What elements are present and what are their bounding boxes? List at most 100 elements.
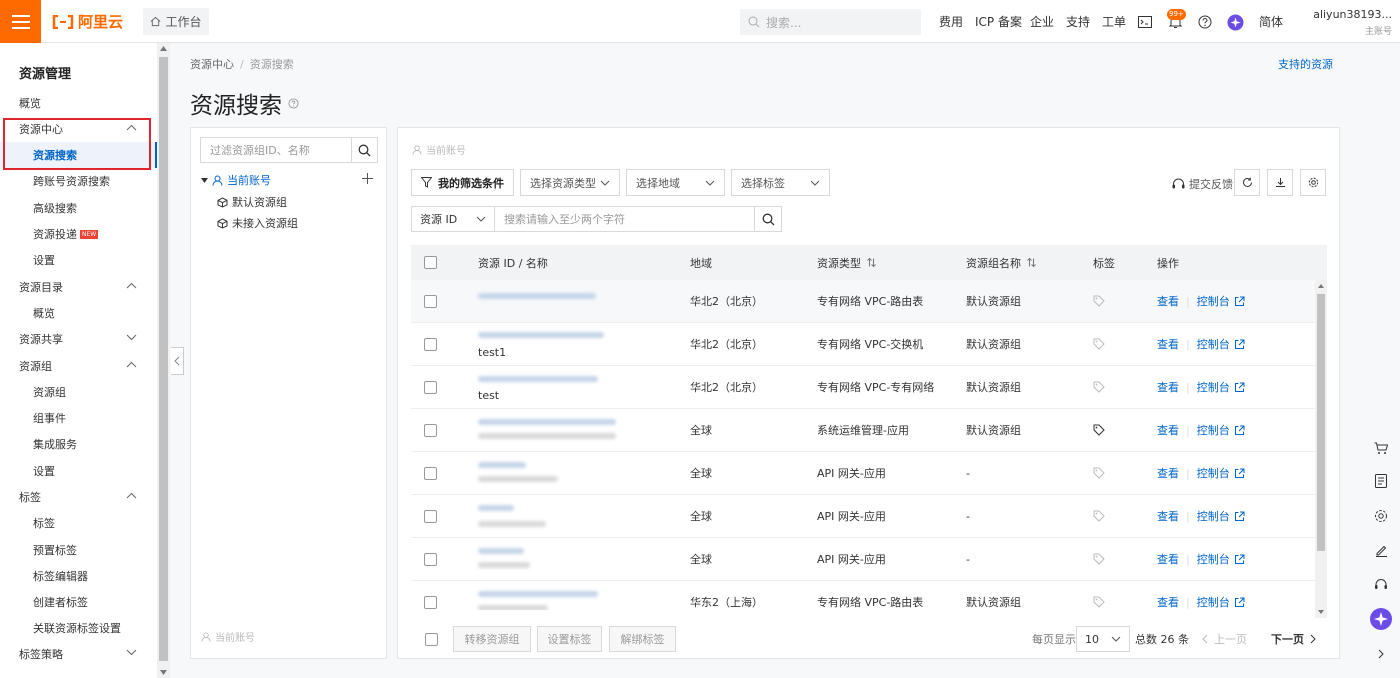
nav-enterprise[interactable]: 企业 — [1030, 0, 1054, 43]
external-link-icon[interactable] — [1234, 425, 1245, 436]
column-resource-group[interactable]: 资源组名称 — [966, 245, 1036, 280]
tag-icon[interactable] — [1093, 452, 1105, 494]
console-link[interactable]: 控制台 — [1197, 422, 1230, 438]
sidebar-item-preset-tags[interactable]: 预置标签 — [0, 537, 157, 563]
row-checkbox[interactable] — [424, 366, 437, 408]
tag-icon[interactable] — [1093, 581, 1105, 610]
view-link[interactable]: 查看 — [1157, 551, 1179, 567]
nav-ticket[interactable]: 工单 — [1102, 0, 1126, 43]
language-switch[interactable]: 简体 — [1259, 0, 1283, 43]
user-account[interactable]: aliyun38193... 主账号 — [1313, 8, 1392, 37]
console-link[interactable]: 控制台 — [1197, 508, 1230, 524]
tag-select[interactable]: 选择标签 — [731, 169, 830, 196]
external-link-icon[interactable] — [1234, 511, 1245, 522]
console-link[interactable]: 控制台 — [1197, 293, 1230, 309]
supported-resources-link[interactable]: 支持的资源 — [1278, 56, 1333, 72]
row-checkbox[interactable] — [424, 409, 437, 451]
sidebar-item-creator-tags[interactable]: 创建者标签 — [0, 589, 157, 615]
view-link[interactable]: 查看 — [1157, 293, 1179, 309]
sidebar-scrollbar-thumb[interactable] — [159, 57, 168, 661]
sidebar-item-settings[interactable]: 设置 — [0, 247, 157, 273]
set-tags-button[interactable]: 设置标签 — [537, 626, 602, 652]
sidebar-item-tags[interactable]: 标签 — [0, 510, 157, 536]
row-checkbox[interactable] — [424, 495, 437, 537]
console-link[interactable]: 控制台 — [1197, 551, 1230, 567]
scroll-down-arrow-icon[interactable] — [160, 670, 167, 675]
resource-group-search-button[interactable] — [351, 138, 377, 162]
sidebar-item-tag-association-settings[interactable]: 关联资源标签设置 — [0, 615, 157, 641]
add-icon[interactable] — [362, 173, 373, 184]
view-link[interactable]: 查看 — [1157, 508, 1179, 524]
table-row[interactable]: 全球 API 网关-应用 - 查看 | 控制台 — [411, 538, 1315, 581]
row-checkbox[interactable] — [424, 323, 437, 365]
sidebar-item-overview[interactable]: 概览 — [0, 90, 157, 116]
sidebar-scrollbar[interactable] — [157, 43, 170, 678]
sidebar-item-cross-account-search[interactable]: 跨账号资源搜索 — [0, 168, 157, 194]
sidebar-item-directory-overview[interactable]: 概览 — [0, 300, 157, 326]
sidebar-item-tag-editor[interactable]: 标签编辑器 — [0, 563, 157, 589]
next-page-button[interactable]: 下一页 — [1271, 626, 1316, 652]
help-icon[interactable] — [1196, 13, 1214, 31]
tag-icon[interactable] — [1093, 538, 1105, 580]
menu-icon[interactable] — [0, 0, 41, 43]
breadcrumb-root[interactable]: 资源中心 — [190, 58, 234, 71]
table-scrollbar[interactable] — [1315, 280, 1327, 618]
view-link[interactable]: 查看 — [1157, 379, 1179, 395]
settings-button[interactable] — [1300, 169, 1326, 196]
sidebar-item-advanced-search[interactable]: 高级搜索 — [0, 195, 157, 221]
nav-icp[interactable]: ICP 备案 — [975, 0, 1022, 43]
external-link-icon[interactable] — [1234, 554, 1245, 565]
table-row[interactable]: 华东2（上海） 专有网络 VPC-路由表 默认资源组 查看 | 控制台 — [411, 581, 1315, 610]
row-checkbox[interactable] — [424, 538, 437, 580]
global-search-input[interactable]: 搜索... — [740, 9, 921, 35]
cart-icon[interactable] — [1373, 440, 1389, 456]
document-icon[interactable] — [1373, 473, 1389, 489]
view-link[interactable]: 查看 — [1157, 465, 1179, 481]
tree-item-unassigned-group[interactable]: 未接入资源组 — [217, 215, 298, 231]
sidebar-group-tag-policy[interactable]: 标签策略 — [0, 641, 157, 667]
help-icon[interactable] — [288, 97, 299, 109]
ai-assistant-icon[interactable] — [1226, 13, 1244, 31]
per-page-select[interactable]: 10 — [1076, 626, 1130, 652]
tree-item-default-group[interactable]: 默认资源组 — [217, 194, 287, 210]
console-link[interactable]: 控制台 — [1197, 594, 1230, 610]
table-row[interactable]: test1 华北2（北京） 专有网络 VPC-交换机 默认资源组 查看 | 控制台 — [411, 323, 1315, 366]
table-row[interactable]: 全球 API 网关-应用 - 查看 | 控制台 — [411, 452, 1315, 495]
tag-icon[interactable] — [1093, 366, 1105, 408]
sidebar-item-resource-delivery[interactable]: 资源投递 NEW — [0, 221, 157, 247]
tag-icon[interactable] — [1093, 409, 1105, 451]
table-row[interactable]: test 华北2（北京） 专有网络 VPC-专有网络 默认资源组 查看 | 控制台 — [411, 366, 1315, 409]
workbench-button[interactable]: 工作台 — [143, 8, 209, 35]
transfer-group-button[interactable]: 转移资源组 — [453, 626, 531, 652]
table-row[interactable]: 全球 API 网关-应用 - 查看 | 控制台 — [411, 495, 1315, 538]
sidebar-group-resource-sharing[interactable]: 资源共享 — [0, 326, 157, 352]
tag-icon[interactable] — [1093, 323, 1105, 365]
tree-root-current-account[interactable]: 当前账号 — [201, 172, 271, 188]
terminal-icon[interactable] — [1136, 13, 1154, 31]
chevron-right-icon[interactable] — [1373, 646, 1389, 662]
prev-page-button[interactable]: 上一页 — [1202, 626, 1247, 652]
sidebar-group-resource-directory[interactable]: 资源目录 — [0, 274, 157, 300]
sidebar-item-group-settings[interactable]: 设置 — [0, 458, 157, 484]
select-all-bottom-checkbox[interactable] — [425, 626, 438, 652]
select-all-checkbox[interactable] — [424, 245, 437, 280]
scroll-up-arrow-icon[interactable] — [1318, 284, 1324, 288]
unbind-tags-button[interactable]: 解绑标签 — [609, 626, 676, 652]
headset-icon[interactable] — [1373, 576, 1389, 592]
row-checkbox[interactable] — [424, 581, 437, 610]
sidebar-item-resource-groups[interactable]: 资源组 — [0, 379, 157, 405]
resource-id-search-button[interactable] — [754, 206, 782, 232]
table-row[interactable]: 全球 系统运维管理-应用 默认资源组 查看 | 控制台 — [411, 409, 1315, 452]
refresh-button[interactable] — [1234, 169, 1260, 196]
row-checkbox[interactable] — [424, 280, 437, 322]
feedback-button[interactable]: 提交反馈 — [1172, 176, 1233, 192]
row-checkbox[interactable] — [424, 452, 437, 494]
sidebar-item-integrations[interactable]: 集成服务 — [0, 431, 157, 457]
gear-icon[interactable] — [1373, 508, 1389, 524]
download-button[interactable] — [1267, 169, 1293, 196]
resource-id-select[interactable]: 资源 ID — [411, 206, 495, 232]
external-link-icon[interactable] — [1234, 382, 1245, 393]
resource-group-filter-input[interactable]: 过滤资源组ID、名称 — [200, 137, 378, 163]
edit-icon[interactable] — [1373, 542, 1389, 558]
console-link[interactable]: 控制台 — [1197, 336, 1230, 352]
